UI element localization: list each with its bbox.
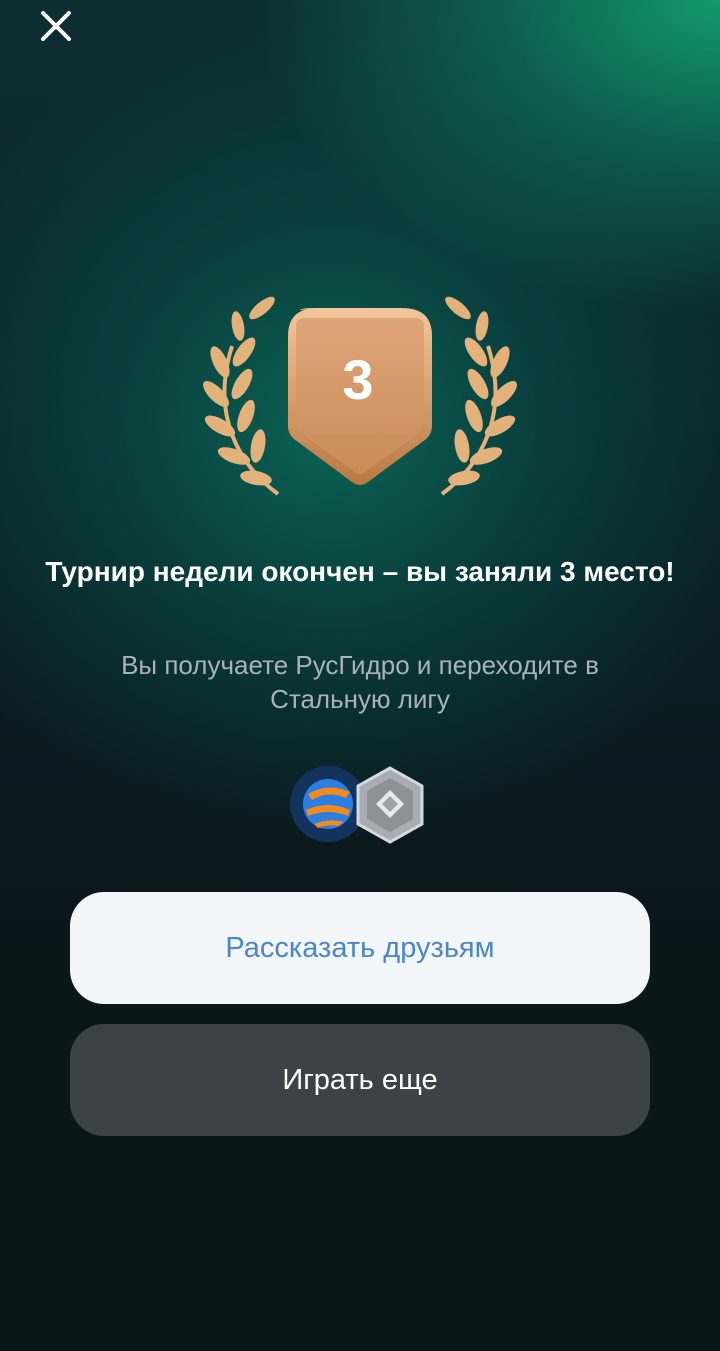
place-number: 3 xyxy=(342,348,374,411)
result-title: Турнир недели окончен – вы заняли 3 мест… xyxy=(45,556,675,587)
close-icon xyxy=(41,11,71,41)
tournament-result-screen: 3 Турнир недели окончен – вы заняли 3 ме… xyxy=(0,0,720,1351)
rewards-row xyxy=(288,764,428,846)
rushydro-logo-icon xyxy=(290,766,366,842)
close-button[interactable] xyxy=(34,4,78,48)
right-laurel xyxy=(440,296,517,496)
steel-league-badge-icon xyxy=(356,766,424,844)
left-laurel xyxy=(203,296,280,496)
result-subtitle: Вы получаете РусГидро и переходите в Ста… xyxy=(121,650,599,714)
play-again-button[interactable]: Играть еще xyxy=(70,1024,650,1136)
share-button[interactable]: Рассказать друзьям xyxy=(70,892,650,1004)
